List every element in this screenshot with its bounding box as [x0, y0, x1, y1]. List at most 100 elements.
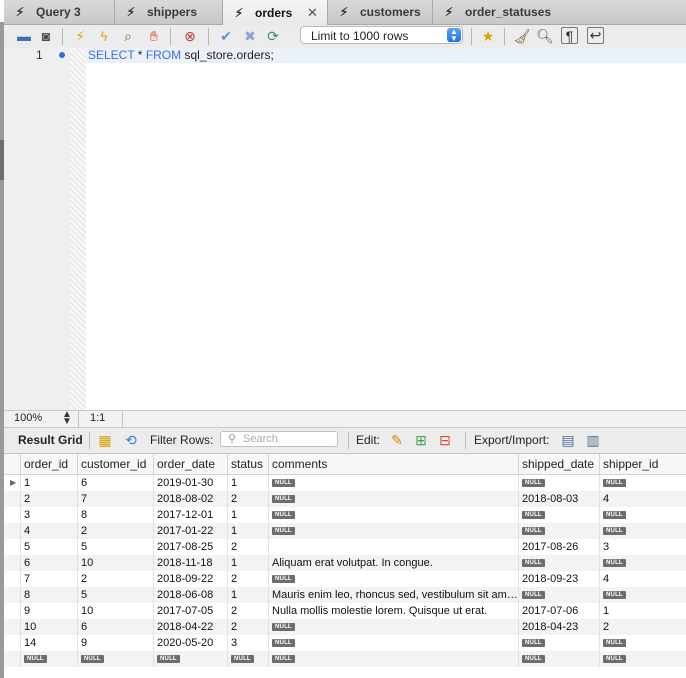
zoom-level[interactable]: 100%	[14, 412, 42, 424]
table-row[interactable]: 14 9 2020-05-20 3 NULL NULL NULL	[4, 635, 686, 651]
column-header-comments[interactable]: comments	[268, 454, 518, 474]
cell-order-id[interactable]: 4	[20, 523, 77, 539]
column-header-status[interactable]: status	[227, 454, 268, 474]
cell-customer-id[interactable]: 10	[77, 603, 153, 619]
cell-order-date[interactable]: 2017-12-01	[153, 507, 227, 523]
cell-comments[interactable]: NULL	[268, 571, 518, 587]
result-grid[interactable]: order_id customer_id order_date status c…	[4, 454, 686, 678]
tab-shippers[interactable]: ⚡︎ shippers	[115, 0, 223, 24]
cell-status[interactable]: 2	[227, 491, 268, 507]
cell-order-date[interactable]: 2018-08-02	[153, 491, 227, 507]
tab-order-statuses[interactable]: ⚡︎ order_statuses	[433, 0, 590, 24]
cell-shipper-id[interactable]: NULL	[599, 651, 686, 667]
cell-comments[interactable]	[268, 539, 518, 555]
invisible-chars-icon[interactable]: ¶	[561, 27, 578, 44]
column-header-shipped-date[interactable]: shipped_date	[518, 454, 599, 474]
cell-shipped-date[interactable]: 2018-08-03	[518, 491, 599, 507]
execute-icon[interactable]: ⚡︎	[70, 27, 90, 45]
table-row[interactable]: NULL NULL NULL NULL NULL NULL NULL	[4, 651, 686, 667]
cell-shipper-id[interactable]: NULL	[599, 635, 686, 651]
cell-shipped-date[interactable]: NULL	[518, 651, 599, 667]
cell-status[interactable]: 1	[227, 507, 268, 523]
tab-customers[interactable]: ⚡︎ customers	[328, 0, 433, 24]
cell-order-id[interactable]: 7	[20, 571, 77, 587]
column-header-customer-id[interactable]: customer_id	[77, 454, 153, 474]
cell-customer-id[interactable]: 7	[77, 491, 153, 507]
cell-order-date[interactable]: 2018-04-22	[153, 619, 227, 635]
explain-icon[interactable]: ⌕	[118, 27, 138, 45]
save-icon[interactable]: ◙	[36, 27, 56, 45]
cell-order-id[interactable]: 14	[20, 635, 77, 651]
rollback-icon[interactable]: ✖︎	[240, 27, 260, 45]
beautify-star-icon[interactable]: ★	[478, 27, 498, 45]
cell-status[interactable]: 2	[227, 539, 268, 555]
cell-shipped-date[interactable]: NULL	[518, 523, 599, 539]
refresh-icon[interactable]: ⟲	[122, 431, 140, 449]
tab-orders[interactable]: ⚡︎ orders ✕	[223, 0, 328, 25]
cell-customer-id[interactable]: 6	[77, 475, 153, 491]
cell-shipper-id[interactable]: 3	[599, 539, 686, 555]
cell-status[interactable]: 1	[227, 587, 268, 603]
cell-shipped-date[interactable]: NULL	[518, 635, 599, 651]
cell-comments[interactable]: NULL	[268, 635, 518, 651]
table-row[interactable]: 6 10 2018-11-18 1 Aliquam erat volutpat. In …	[4, 555, 686, 571]
cell-order-date[interactable]: 2020-05-20	[153, 635, 227, 651]
cell-comments[interactable]: NULL	[268, 491, 518, 507]
cell-order-id[interactable]: 6	[20, 555, 77, 571]
cell-order-date[interactable]: 2017-01-22	[153, 523, 227, 539]
cell-comments[interactable]: NULL	[268, 523, 518, 539]
commit-icon[interactable]: ✔︎	[216, 27, 236, 45]
table-row[interactable]: 8 5 2018-06-08 1 Mauris enim leo, rhoncus se…	[4, 587, 686, 603]
cell-shipped-date[interactable]: 2018-04-23	[518, 619, 599, 635]
broom-icon[interactable]: 🧹︎	[512, 27, 532, 45]
cell-shipper-id[interactable]: NULL	[599, 587, 686, 603]
table-row[interactable]: 10 6 2018-04-22 2 NULL 2018-04-23 2	[4, 619, 686, 635]
cell-shipped-date[interactable]: NULL	[518, 475, 599, 491]
cell-shipper-id[interactable]: NULL	[599, 523, 686, 539]
grid-view-icon[interactable]: ▦	[96, 431, 114, 449]
cell-customer-id[interactable]: 2	[77, 571, 153, 587]
cell-shipped-date[interactable]: 2017-07-06	[518, 603, 599, 619]
cell-status[interactable]: 1	[227, 555, 268, 571]
cell-order-id[interactable]: 9	[20, 603, 77, 619]
cell-shipper-id[interactable]: NULL	[599, 475, 686, 491]
cell-order-id[interactable]: 5	[20, 539, 77, 555]
cell-status[interactable]: 2	[227, 619, 268, 635]
cell-shipper-id[interactable]: 4	[599, 491, 686, 507]
find-icon[interactable]: 🔍︎	[535, 27, 555, 45]
cell-comments[interactable]: Nulla mollis molestie lorem. Quisque ut …	[268, 603, 518, 619]
cell-order-id[interactable]: 2	[20, 491, 77, 507]
cell-order-id[interactable]: 8	[20, 587, 77, 603]
table-row[interactable]: 3 8 2017-12-01 1 NULL NULL NULL	[4, 507, 686, 523]
cell-order-date[interactable]: 2019-01-30	[153, 475, 227, 491]
cell-customer-id[interactable]: NULL	[77, 651, 153, 667]
cell-order-date[interactable]: 2017-08-25	[153, 539, 227, 555]
zoom-stepper-icon[interactable]: ▲ ▼	[62, 410, 72, 427]
filter-search-input[interactable]: ⚲ Search	[220, 431, 338, 447]
import-icon[interactable]: ▥	[584, 431, 602, 449]
cell-customer-id[interactable]: 2	[77, 523, 153, 539]
cell-shipped-date[interactable]: NULL	[518, 587, 599, 603]
cell-status[interactable]: 1	[227, 475, 268, 491]
cell-shipper-id[interactable]: NULL	[599, 507, 686, 523]
cell-shipped-date[interactable]: NULL	[518, 555, 599, 571]
cell-order-id[interactable]: 10	[20, 619, 77, 635]
execute-statement-icon[interactable]: ϟ	[94, 27, 114, 45]
cell-order-id[interactable]: 1	[20, 475, 77, 491]
stop-icon[interactable]: ✋︎	[144, 27, 164, 45]
cell-shipped-date[interactable]: 2017-08-26	[518, 539, 599, 555]
sql-editor[interactable]: 1 SELECT * FROM sql_store.orders;	[4, 48, 686, 410]
toggle-continue-on-error-icon[interactable]: ⊗	[180, 27, 200, 45]
tab-query-3[interactable]: ⚡︎ Query 3	[4, 0, 115, 24]
cell-comments[interactable]: NULL	[268, 475, 518, 491]
close-tab-icon[interactable]: ✕	[307, 5, 318, 21]
column-header-order-date[interactable]: order_date	[153, 454, 227, 474]
column-header-order-id[interactable]: order_id	[20, 454, 77, 474]
autocommit-icon[interactable]: ⟳	[263, 27, 283, 45]
table-row[interactable]: 4 2 2017-01-22 1 NULL NULL NULL	[4, 523, 686, 539]
cell-comments[interactable]: NULL	[268, 507, 518, 523]
cell-comments[interactable]: Aliquam erat volutpat. In congue.	[268, 555, 518, 571]
cell-customer-id[interactable]: 9	[77, 635, 153, 651]
wrap-icon[interactable]: ↩︎	[587, 27, 604, 44]
cell-shipper-id[interactable]: NULL	[599, 555, 686, 571]
